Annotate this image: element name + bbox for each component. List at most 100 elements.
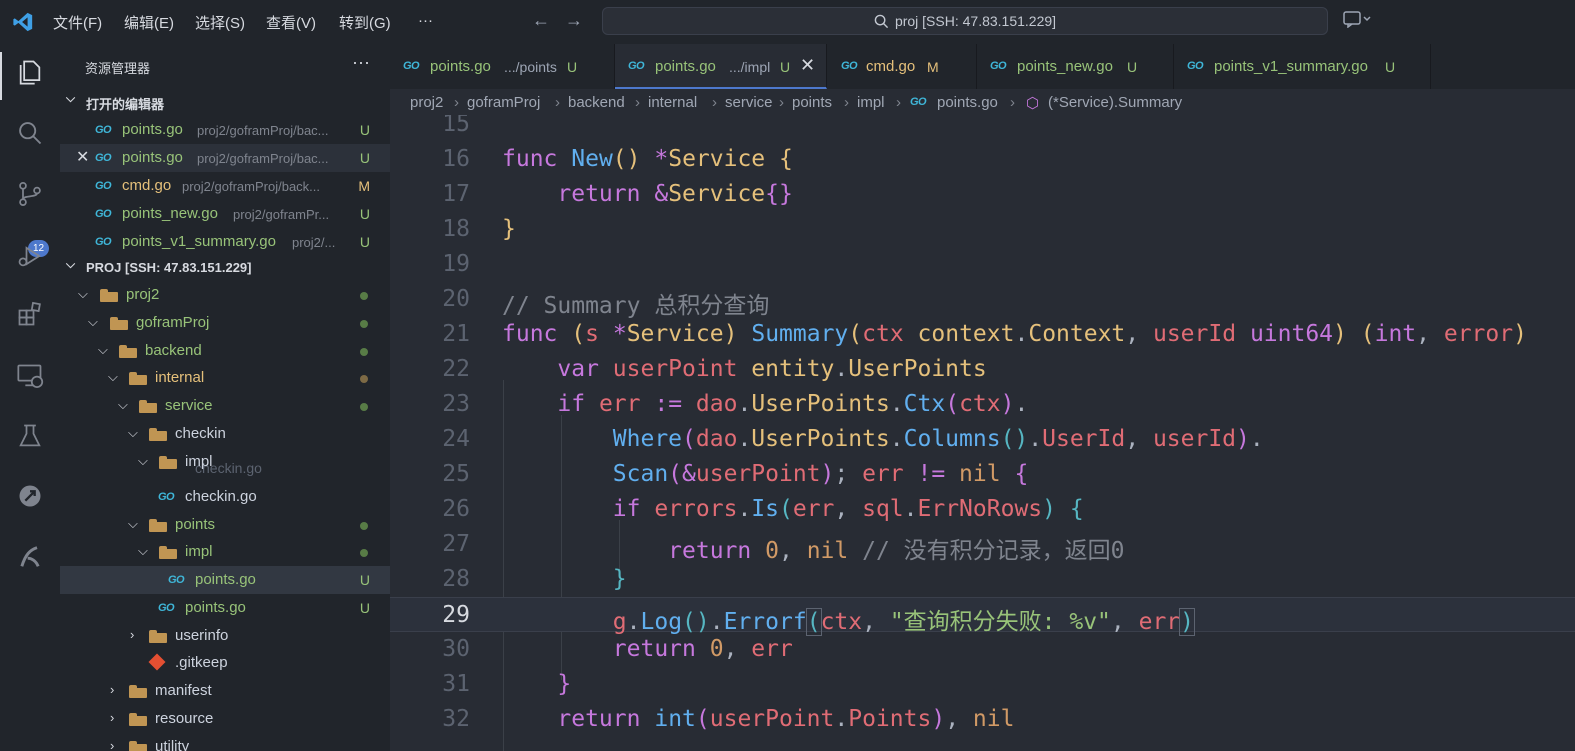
code-line: 19 — [442, 251, 470, 277]
chevron-down-icon: ⌵ — [66, 91, 76, 105]
code-line: 18 } — [442, 216, 516, 242]
folder-open-icon — [149, 428, 167, 441]
go-file-icon: GO — [168, 574, 185, 586]
explorer-title: 资源管理器 — [85, 61, 151, 76]
breadcrumb-item[interactable]: service — [725, 94, 773, 111]
source-control-icon[interactable] — [14, 178, 46, 210]
tab-cmd-go[interactable]: GO cmd.go M — [828, 44, 977, 89]
chevron-down-icon: ⌵ — [88, 314, 98, 329]
chevron-down-icon: ⌵ — [128, 425, 138, 440]
go-extension-icon[interactable] — [14, 480, 46, 512]
breadcrumb: proj2 › goframProj › backend › internal … — [390, 89, 1575, 115]
search-label: proj [SSH: 47.83.151.229] — [894, 13, 1057, 29]
close-icon[interactable]: ✕ — [76, 147, 89, 167]
breadcrumb-item[interactable]: proj2 — [410, 94, 443, 111]
close-tab-icon[interactable]: ✕ — [800, 55, 815, 76]
folder-icon — [129, 685, 147, 698]
breadcrumb-item[interactable]: internal — [648, 94, 697, 111]
service-folder-icon — [139, 400, 157, 413]
chevron-right-icon: › — [130, 627, 135, 642]
code-editor[interactable]: 15 16 func New() *Service { 17 return &S… — [390, 115, 1575, 751]
chevron-right-icon: › — [110, 682, 115, 697]
code-line: 32 return int(userPoint.Points), nil — [442, 706, 1015, 732]
copilot-chat-icon[interactable] — [1343, 10, 1373, 33]
tree-file-points-impl-go[interactable]: GO points.go U — [60, 566, 390, 594]
open-editor-item[interactable]: ✕ GO points.go proj2/goframProj/bac... U — [60, 144, 390, 172]
menu-more[interactable]: ··· — [418, 12, 433, 29]
breadcrumb-item[interactable]: points — [792, 94, 832, 111]
tab-points-go[interactable]: GO points.go .../points U — [390, 44, 615, 89]
breadcrumb-item[interactable]: points.go — [937, 94, 998, 111]
activity-bar: 12 — [0, 44, 60, 751]
search-icon[interactable] — [14, 117, 46, 149]
git-status-dot — [360, 348, 368, 356]
git-status-dot — [360, 375, 368, 383]
tab-points-go-impl[interactable]: GO points.go .../impl U ✕ — [615, 44, 827, 89]
breadcrumb-item[interactable]: impl — [857, 94, 885, 111]
back-arrow-icon[interactable]: ← — [532, 10, 550, 31]
go-file-icon: GO — [1187, 60, 1204, 72]
chevron-right-icon: › — [110, 738, 115, 751]
open-editor-item[interactable]: GO points_new.go proj2/goframPr... U — [60, 200, 390, 228]
chevron-right-icon: › — [779, 94, 784, 111]
breadcrumb-item[interactable]: (*Service).Summary — [1048, 94, 1182, 111]
go-file-icon: GO — [910, 96, 927, 108]
code-line: 17 return &Service{} — [442, 181, 793, 207]
open-editor-item[interactable]: GO points.go proj2/goframProj/bac... U — [60, 116, 390, 144]
forward-arrow-icon[interactable]: → — [565, 10, 583, 31]
project-icon[interactable] — [14, 541, 46, 573]
run-debug-icon[interactable] — [14, 240, 46, 272]
tree-folder-service[interactable]: ⌵ service — [60, 392, 390, 420]
title-bar: 文件(F) 编辑(E) 选择(S) 查看(V) 转到(G) ··· ← → pr… — [0, 0, 1575, 44]
tree-file-gitkeep[interactable]: .gitkeep — [60, 649, 390, 677]
tree-file-checkin-go[interactable]: GO checkin.go — [60, 483, 390, 511]
tree-folder-backend[interactable]: ⌵ backend — [60, 337, 390, 365]
chevron-down-icon: ⌵ — [108, 369, 118, 384]
tree-folder-checkin[interactable]: ⌵ checkin — [60, 420, 390, 448]
breadcrumb-item[interactable]: goframProj — [467, 94, 540, 111]
vscode-logo-icon — [13, 12, 33, 32]
extensions-icon[interactable] — [14, 298, 46, 330]
tab-points-new-go[interactable]: GO points_new.go U — [977, 44, 1174, 89]
tree-folder-goframproj[interactable]: ⌵ goframProj — [60, 309, 390, 337]
breadcrumb-item[interactable]: backend — [568, 94, 625, 111]
more-actions-icon[interactable]: ··· — [352, 52, 370, 73]
testing-icon[interactable] — [14, 420, 46, 452]
remote-explorer-icon[interactable] — [14, 360, 46, 392]
tree-file-points-go[interactable]: GO points.go U — [60, 594, 390, 622]
code-line: 26 if errors.Is(err, sql.ErrNoRows) { — [442, 496, 1084, 522]
menu-file[interactable]: 文件(F) — [53, 12, 102, 33]
open-editors-section[interactable]: ⌵ 打开的编辑器 — [60, 88, 390, 116]
code-line: 15 — [442, 115, 470, 137]
tree-folder-proj2[interactable]: ⌵ proj2 — [60, 281, 390, 309]
project-section[interactable]: ⌵ PROJ [SSH: 47.83.151.229] — [60, 254, 390, 282]
tree-folder-internal[interactable]: ⌵ internal — [60, 364, 390, 392]
explorer-icon[interactable] — [14, 56, 46, 88]
chevron-right-icon: › — [1010, 94, 1015, 111]
git-status-dot — [360, 292, 368, 300]
git-status-dot — [360, 549, 368, 557]
menu-selection[interactable]: 选择(S) — [195, 12, 245, 33]
open-editor-item[interactable]: GO cmd.go proj2/goframProj/back... M — [60, 172, 390, 200]
folder-open-icon — [110, 317, 128, 330]
tree-folder-utility[interactable]: › utility — [60, 733, 390, 751]
tree-folder-checkin-impl[interactable]: checkin.go ⌵ impl — [60, 448, 390, 476]
tree-folder-manifest[interactable]: › manifest — [60, 677, 390, 705]
tab-points-v1-summary-go[interactable]: GO points_v1_summary.go U — [1174, 44, 1431, 89]
command-center-search[interactable]: proj [SSH: 47.83.151.229] — [602, 7, 1328, 35]
tree-folder-userinfo[interactable]: › userinfo — [60, 622, 390, 650]
git-status-dot — [360, 320, 368, 328]
menu-edit[interactable]: 编辑(E) — [124, 12, 174, 33]
method-symbol-icon: ⬡ — [1026, 95, 1040, 112]
go-file-icon: GO — [158, 491, 175, 503]
tree-folder-points[interactable]: ⌵ points — [60, 511, 390, 539]
go-file-icon: GO — [95, 124, 112, 136]
menu-go[interactable]: 转到(G) — [339, 12, 391, 33]
open-editor-item[interactable]: GO points_v1_summary.go proj2/... U — [60, 228, 390, 256]
chevron-down-icon: ⌵ — [128, 516, 138, 531]
code-line: 24 Where(dao.UserPoints.Columns().UserId… — [442, 426, 1264, 452]
menu-view[interactable]: 查看(V) — [266, 12, 316, 33]
folder-open-icon — [159, 546, 177, 559]
tree-folder-resource[interactable]: › resource — [60, 705, 390, 733]
tree-folder-points-impl[interactable]: ⌵ impl — [60, 538, 390, 566]
